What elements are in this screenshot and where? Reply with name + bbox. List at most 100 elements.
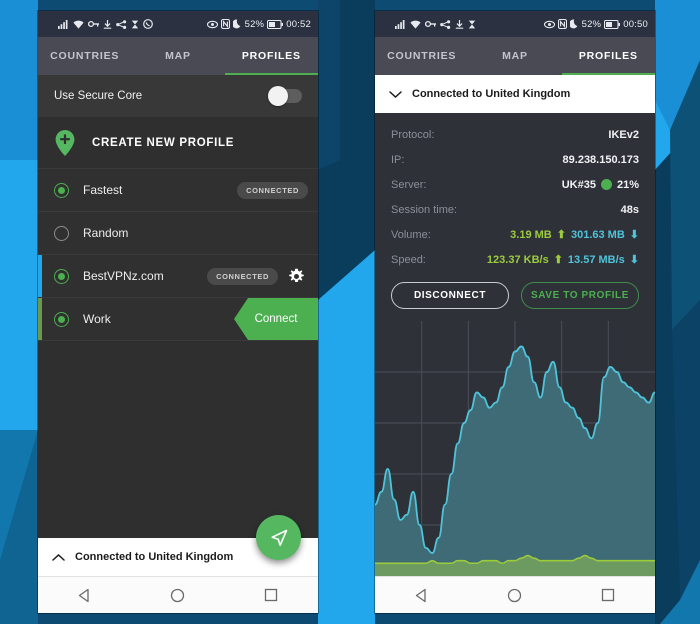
secure-core-label: Use Secure Core [54,90,143,102]
wifi-icon [410,20,421,29]
row-accent [38,255,42,297]
profile-row-work[interactable]: Work Connect [38,298,318,341]
stat-row-session-time: Session time: 48s [391,197,639,222]
clock-time: 00:52 [286,18,311,30]
stat-key: IP: [391,153,405,166]
row-accent [38,212,42,254]
status-left-icons [45,19,207,29]
create-profile-label: CREATE NEW PROFILE [92,136,235,149]
secure-core-row[interactable]: Use Secure Core [38,75,318,117]
home-circle-icon[interactable] [155,577,201,613]
bottom-sheet-label: Connected to United Kingdom [75,551,234,563]
home-circle-icon[interactable] [492,577,538,613]
battery-percent: 52% [581,18,602,30]
status-badge: CONNECTED [207,267,278,285]
row-accent [38,169,42,211]
recents-square-icon[interactable] [585,577,631,613]
tab-profiles[interactable]: PROFILES [561,37,655,75]
create-new-profile-button[interactable]: CREATE NEW PROFILE [38,117,318,169]
map-pin-plus-icon [55,129,75,156]
stat-row-ip: IP: 89.238.150.173 [391,147,639,172]
tab-countries[interactable]: COUNTRIES [38,37,131,75]
stat-row-speed: Speed: 123.37 KB/s ⬆ 13.57 MB/s ⬇ [391,247,639,272]
right-android-nav-bar [375,576,655,613]
secure-core-toggle[interactable] [268,86,302,106]
stat-value-group: UK#35 21% [562,179,639,191]
whatsapp-icon [143,19,153,29]
connect-swipe-button[interactable]: Connect [234,298,318,340]
stat-key: Volume: [391,228,431,241]
moon-icon [232,19,240,29]
download-arrow-icon: ⬇ [629,254,639,266]
recents-square-icon[interactable] [248,577,294,613]
battery-icon [267,19,284,29]
hourglass-icon [131,20,139,28]
profile-radio[interactable] [54,311,69,327]
stat-value: 48s [620,203,639,216]
clock-time: 00:50 [623,18,648,30]
stat-row-server: Server: UK#35 21% [391,172,639,197]
download-icon [455,19,464,29]
back-triangle-icon[interactable] [62,577,108,613]
speed-upload: 123.37 KB/s [486,253,549,266]
chevron-down-icon [389,90,402,98]
profile-radio[interactable] [54,182,69,198]
disconnect-button[interactable]: DISCONNECT [391,282,509,309]
connection-header-label: Connected to United Kingdom [412,88,571,100]
download-arrow-icon: ⬇ [629,229,639,241]
gear-icon[interactable] [288,268,305,285]
navigation-arrow-icon [270,529,287,546]
profile-name: Fastest [83,183,123,197]
stat-key: Server: [391,178,427,191]
vpn-key-icon [425,20,436,28]
status-right-icons: 52% 00:52 [206,18,311,30]
server-load-dot [600,179,612,190]
status-right-icons: 52% 00:50 [543,18,648,30]
server-name: UK#35 [561,178,596,191]
profiles-empty-area [38,341,318,560]
volume-download: 301.63 MB [570,228,625,241]
profile-row-random[interactable]: Random [38,212,318,255]
volume-upload: 3.19 MB [510,228,552,241]
tab-map[interactable]: MAP [131,37,224,75]
action-buttons: DISCONNECT SAVE TO PROFILE [375,276,655,321]
tab-countries[interactable]: COUNTRIES [375,37,468,75]
signal-icon [58,19,68,29]
toggle-knob [268,86,288,106]
stat-value-group: 123.37 KB/s ⬆ 13.57 MB/s ⬇ [486,253,639,267]
profile-name: BestVPNz.com [83,269,164,283]
eye-icon [206,20,218,28]
share-icon [440,19,451,29]
status-left-icons [382,19,544,29]
stat-value: 89.238.150.173 [562,153,639,166]
dnd-icon [557,19,567,29]
connect-fab-button[interactable] [256,515,301,560]
status-badge: CONNECTED [237,181,308,199]
upload-arrow-icon: ⬆ [556,229,566,241]
tab-profiles[interactable]: PROFILES [224,37,318,75]
left-tab-bar: COUNTRIES MAP PROFILES [38,37,318,75]
stat-key: Session time: [391,203,458,216]
back-triangle-icon[interactable] [399,577,445,613]
upload-arrow-icon: ⬆ [553,254,563,266]
connection-header[interactable]: Connected to United Kingdom [375,75,655,113]
download-icon [103,19,112,29]
server-load-percent: 21% [616,178,639,191]
battery-icon [604,19,621,29]
profile-row-bestvpnz[interactable]: BestVPNz.com CONNECTED [38,255,318,298]
connection-stats: Protocol: IKEv2 IP: 89.238.150.173 Serve… [375,113,655,276]
profile-radio[interactable] [54,268,69,284]
stat-value: IKEv2 [608,128,639,141]
profile-radio[interactable] [54,225,69,241]
stat-row-protocol: Protocol: IKEv2 [391,122,639,147]
left-phone: 52% 00:52 COUNTRIES MAP PROFILES Use Sec… [38,11,318,613]
battery-percent: 52% [244,18,265,30]
hourglass-icon [468,20,476,28]
save-to-profile-button[interactable]: SAVE TO PROFILE [521,282,639,309]
left-android-nav-bar [38,576,318,613]
traffic-chart [375,321,655,576]
share-icon [116,19,127,29]
eye-icon [543,20,555,28]
tab-map[interactable]: MAP [468,37,561,75]
profile-row-fastest[interactable]: Fastest CONNECTED [38,169,318,212]
